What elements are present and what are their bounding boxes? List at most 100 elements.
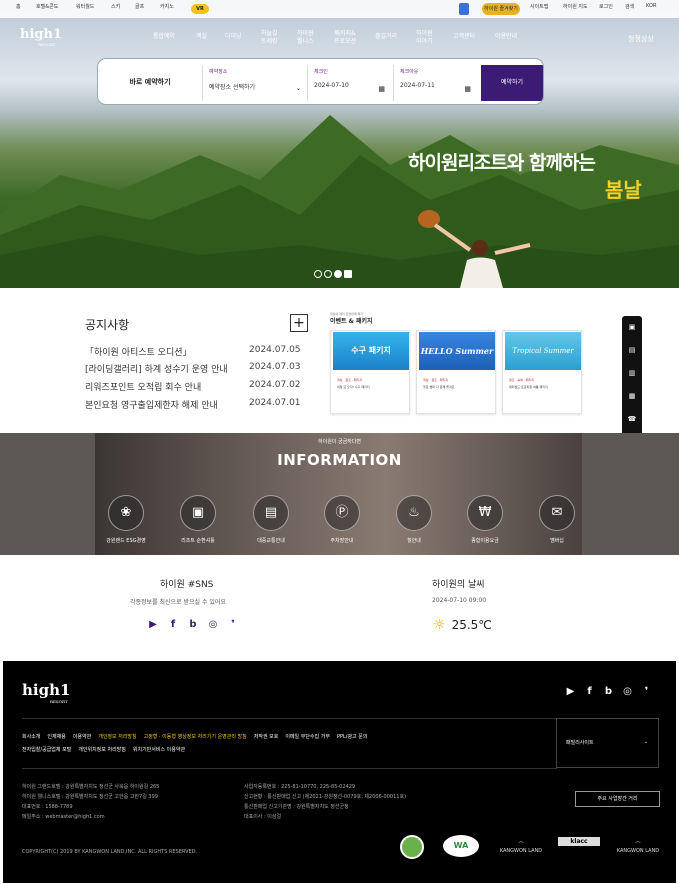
footer-link-privacy[interactable]: 개인정보 처리방침 [98,734,136,740]
info-item-heal[interactable]: ♨ 힐안내 [384,495,444,544]
family-site-select[interactable]: 패밀리사이트 ⌄ [556,718,659,768]
topbar-golf-link[interactable]: 골프 [135,3,144,10]
slide-dot[interactable] [314,270,322,278]
nav-item-guide[interactable]: 이용안내 [495,33,517,41]
heal-icon: ♨ [396,495,432,531]
site-logo[interactable]: high1 RESORT [20,27,62,47]
topbar-search-link[interactable]: 검색 [625,3,634,10]
info-item-membership[interactable]: ✉ 멤버십 [527,495,587,544]
footer-link[interactable]: 개인위치정보 처리방침 [78,747,126,753]
slide-dot[interactable] [334,270,342,278]
wa-cert-mark: WA [443,835,479,857]
calendar-icon[interactable]: ▦ [464,85,471,93]
info-item-esg[interactable]: ❀ 강원랜드 ESG경영 [96,495,156,544]
quick-dining-icon[interactable]: ▥ [622,362,642,385]
booking-submit-button[interactable]: 예약하기 [481,65,543,101]
info-item-label: 대중교통안내 [257,538,285,544]
footer-link[interactable]: 회사소개 [22,734,40,740]
event-card[interactable]: Tropical Summer 골프 · 숙박 · 패키지 워터월드 트로피컬 … [502,330,582,414]
brand-motto: 청정상상 [628,35,654,43]
topbar-ski-link[interactable]: 스키 [111,3,120,10]
youtube-icon[interactable]: ▶ [143,619,163,630]
footer-link[interactable]: 전자입찰/공급업체 포털 [22,747,71,753]
event-card-text: 이달 또 오자! 수구 패키지 [337,385,370,389]
topbar-hotel-link[interactable]: 호텔&콘도 [36,3,58,10]
slide-dot[interactable] [324,270,332,278]
facebook-icon[interactable]: f [580,686,599,697]
nav-item-activities[interactable]: 즐길거리 [375,33,397,41]
blog-icon[interactable]: b [599,686,618,697]
nav-item-wellness[interactable]: 하이원 웰니스 [297,30,314,46]
post-icon[interactable]: ❜ [637,686,656,697]
quick-rooms-icon[interactable]: ▤ [622,339,642,362]
checkin-field[interactable]: 체크인 2024-07-10 ▦ [307,65,393,101]
topbar-login-link[interactable]: 로그인 [599,3,613,10]
quick-reservation-icon[interactable]: ▣ [622,316,642,339]
notice-item[interactable]: 리워즈포인트 오적립 회수 안내 2024.07.02 [85,380,301,393]
info-item-shuttle[interactable]: ▣ 리조트 순환셔틀 [168,495,228,544]
copyright: COPYRIGHT(C) 2019 BY KANGWON LAND,INC. A… [22,849,198,855]
language-select[interactable]: KOR [646,3,656,9]
notice-item[interactable]: 「하이원 아티스트 오디션」 2024.07.05 [85,345,301,358]
info-item-fees[interactable]: ₩ 종합이용요금 [455,495,515,544]
nav-item-reservation[interactable]: 통합예약 [153,33,175,41]
info-item-label: 힐안내 [407,538,421,544]
topbar-sitemap-link[interactable]: 사이트맵 [530,3,548,10]
notice-more-button[interactable]: + [290,314,308,332]
footer-link-cctv[interactable]: 고정형 · 이동형 영상정보 처리기기 운영관리 방침 [144,734,247,740]
hero-banner: 홈 호텔&콘도 워터월드 스키 골프 카지노 VR 하이원 즐겨찾기 사이트맵 … [0,0,679,288]
event-card[interactable]: HELLO Summer 객실 · 골프 · 패키지 헬로 썸머 다 함께 즐겨… [416,330,496,414]
site-footer: high1 RESORT ▶ f b ◎ ❜ 회사소개 인재채용 이용약관 개인정보 처리방침 고… [3,661,676,883]
vr-badge[interactable]: VR [191,4,209,14]
footer-link[interactable]: 이용약관 [73,734,91,740]
facebook-icon[interactable]: f [163,619,183,630]
topbar-home-link[interactable]: 홈 [16,3,21,10]
slide-pause-button[interactable] [344,270,352,278]
footer-address-line: 메일주소 : webmaster@high1.com [22,814,105,820]
quick-phone-icon[interactable]: ☎ [622,408,642,431]
topbar-map-link[interactable]: 하이원 지도 [563,3,588,10]
footer-logo[interactable]: high1 RESORT [22,681,70,704]
footer-address-line: 통신판매업 신고기관명 : 강원특별자치도 정선군청 [244,804,349,810]
hero-person-image [418,210,531,288]
calendar-icon[interactable]: ▦ [378,85,385,93]
notice-item[interactable]: [라이딩갤러리] 하계 성수기 운영 안내 2024.07.03 [85,362,301,375]
footer-link[interactable]: 인재채용 [47,734,65,740]
topbar-casino-link[interactable]: 카지노 [160,3,174,10]
place-select[interactable]: 예약장소 예약장소 선택하기 ⌄ [202,65,307,101]
info-item-transport[interactable]: ▤ 대중교통안내 [241,495,301,544]
cert-label: KANGWON LAND [499,848,543,854]
nav-item-rooms[interactable]: 객실 [196,33,207,41]
cert-logo: ⌒ KANGWON LAND [497,841,545,854]
youtube-icon[interactable]: ▶ [561,686,580,697]
notice-item-date: 2024.07.02 [249,380,301,390]
nav-item-trekking[interactable]: 하늘길 트레킹 [261,30,278,46]
nav-item-packages[interactable]: 패키지& 프로모션 [334,30,356,46]
post-icon[interactable]: ❜ [223,619,243,630]
quick-building-icon[interactable]: ▦ [622,385,642,408]
notice-item[interactable]: 본인요청 영구출입제한자 해제 안내 2024.07.01 [85,398,301,411]
info-item-parking[interactable]: Ⓟ 주차장안내 [312,495,372,544]
event-card-tag: 골프 · 숙박 · 패키지 [509,378,535,382]
chevron-down-icon: ⌄ [643,739,648,745]
event-card-banner: Tropical Summer [505,332,581,370]
information-title: INFORMATION [277,451,402,469]
instagram-icon[interactable]: ◎ [618,686,637,697]
blog-icon[interactable]: b [183,619,203,630]
topbar-waterworld-link[interactable]: 워터월드 [76,3,94,10]
slider-pagination [314,263,354,282]
footer-link[interactable]: 저작권 보호 [254,734,279,740]
nav-item-dining[interactable]: 다이닝 [225,33,242,41]
footer-link[interactable]: PPL/광고 문의 [337,734,368,740]
footer-link[interactable]: 위치기반서비스 이용약관 [133,747,185,753]
favorite-button[interactable]: 하이원 즐겨찾기 [482,3,520,15]
event-card[interactable]: 수구 패키지 객실 · 골프 · 패키지 이달 또 오자! 수구 패키지 [330,330,410,414]
business-distance-button[interactable]: 주요 사업장간 거리 [575,791,660,807]
footer-link[interactable]: 이메일 무단수집 거부 [285,734,330,740]
checkout-field[interactable]: 체크아웃 2024-07-11 ▦ [393,65,479,101]
translate-icon[interactable] [459,3,469,15]
nav-item-customer[interactable]: 고객센터 [453,33,475,41]
instagram-icon[interactable]: ◎ [203,619,223,630]
sns-title: 하이원 #SNS [160,580,214,590]
nav-item-story[interactable]: 하이원 이야기 [416,30,433,46]
